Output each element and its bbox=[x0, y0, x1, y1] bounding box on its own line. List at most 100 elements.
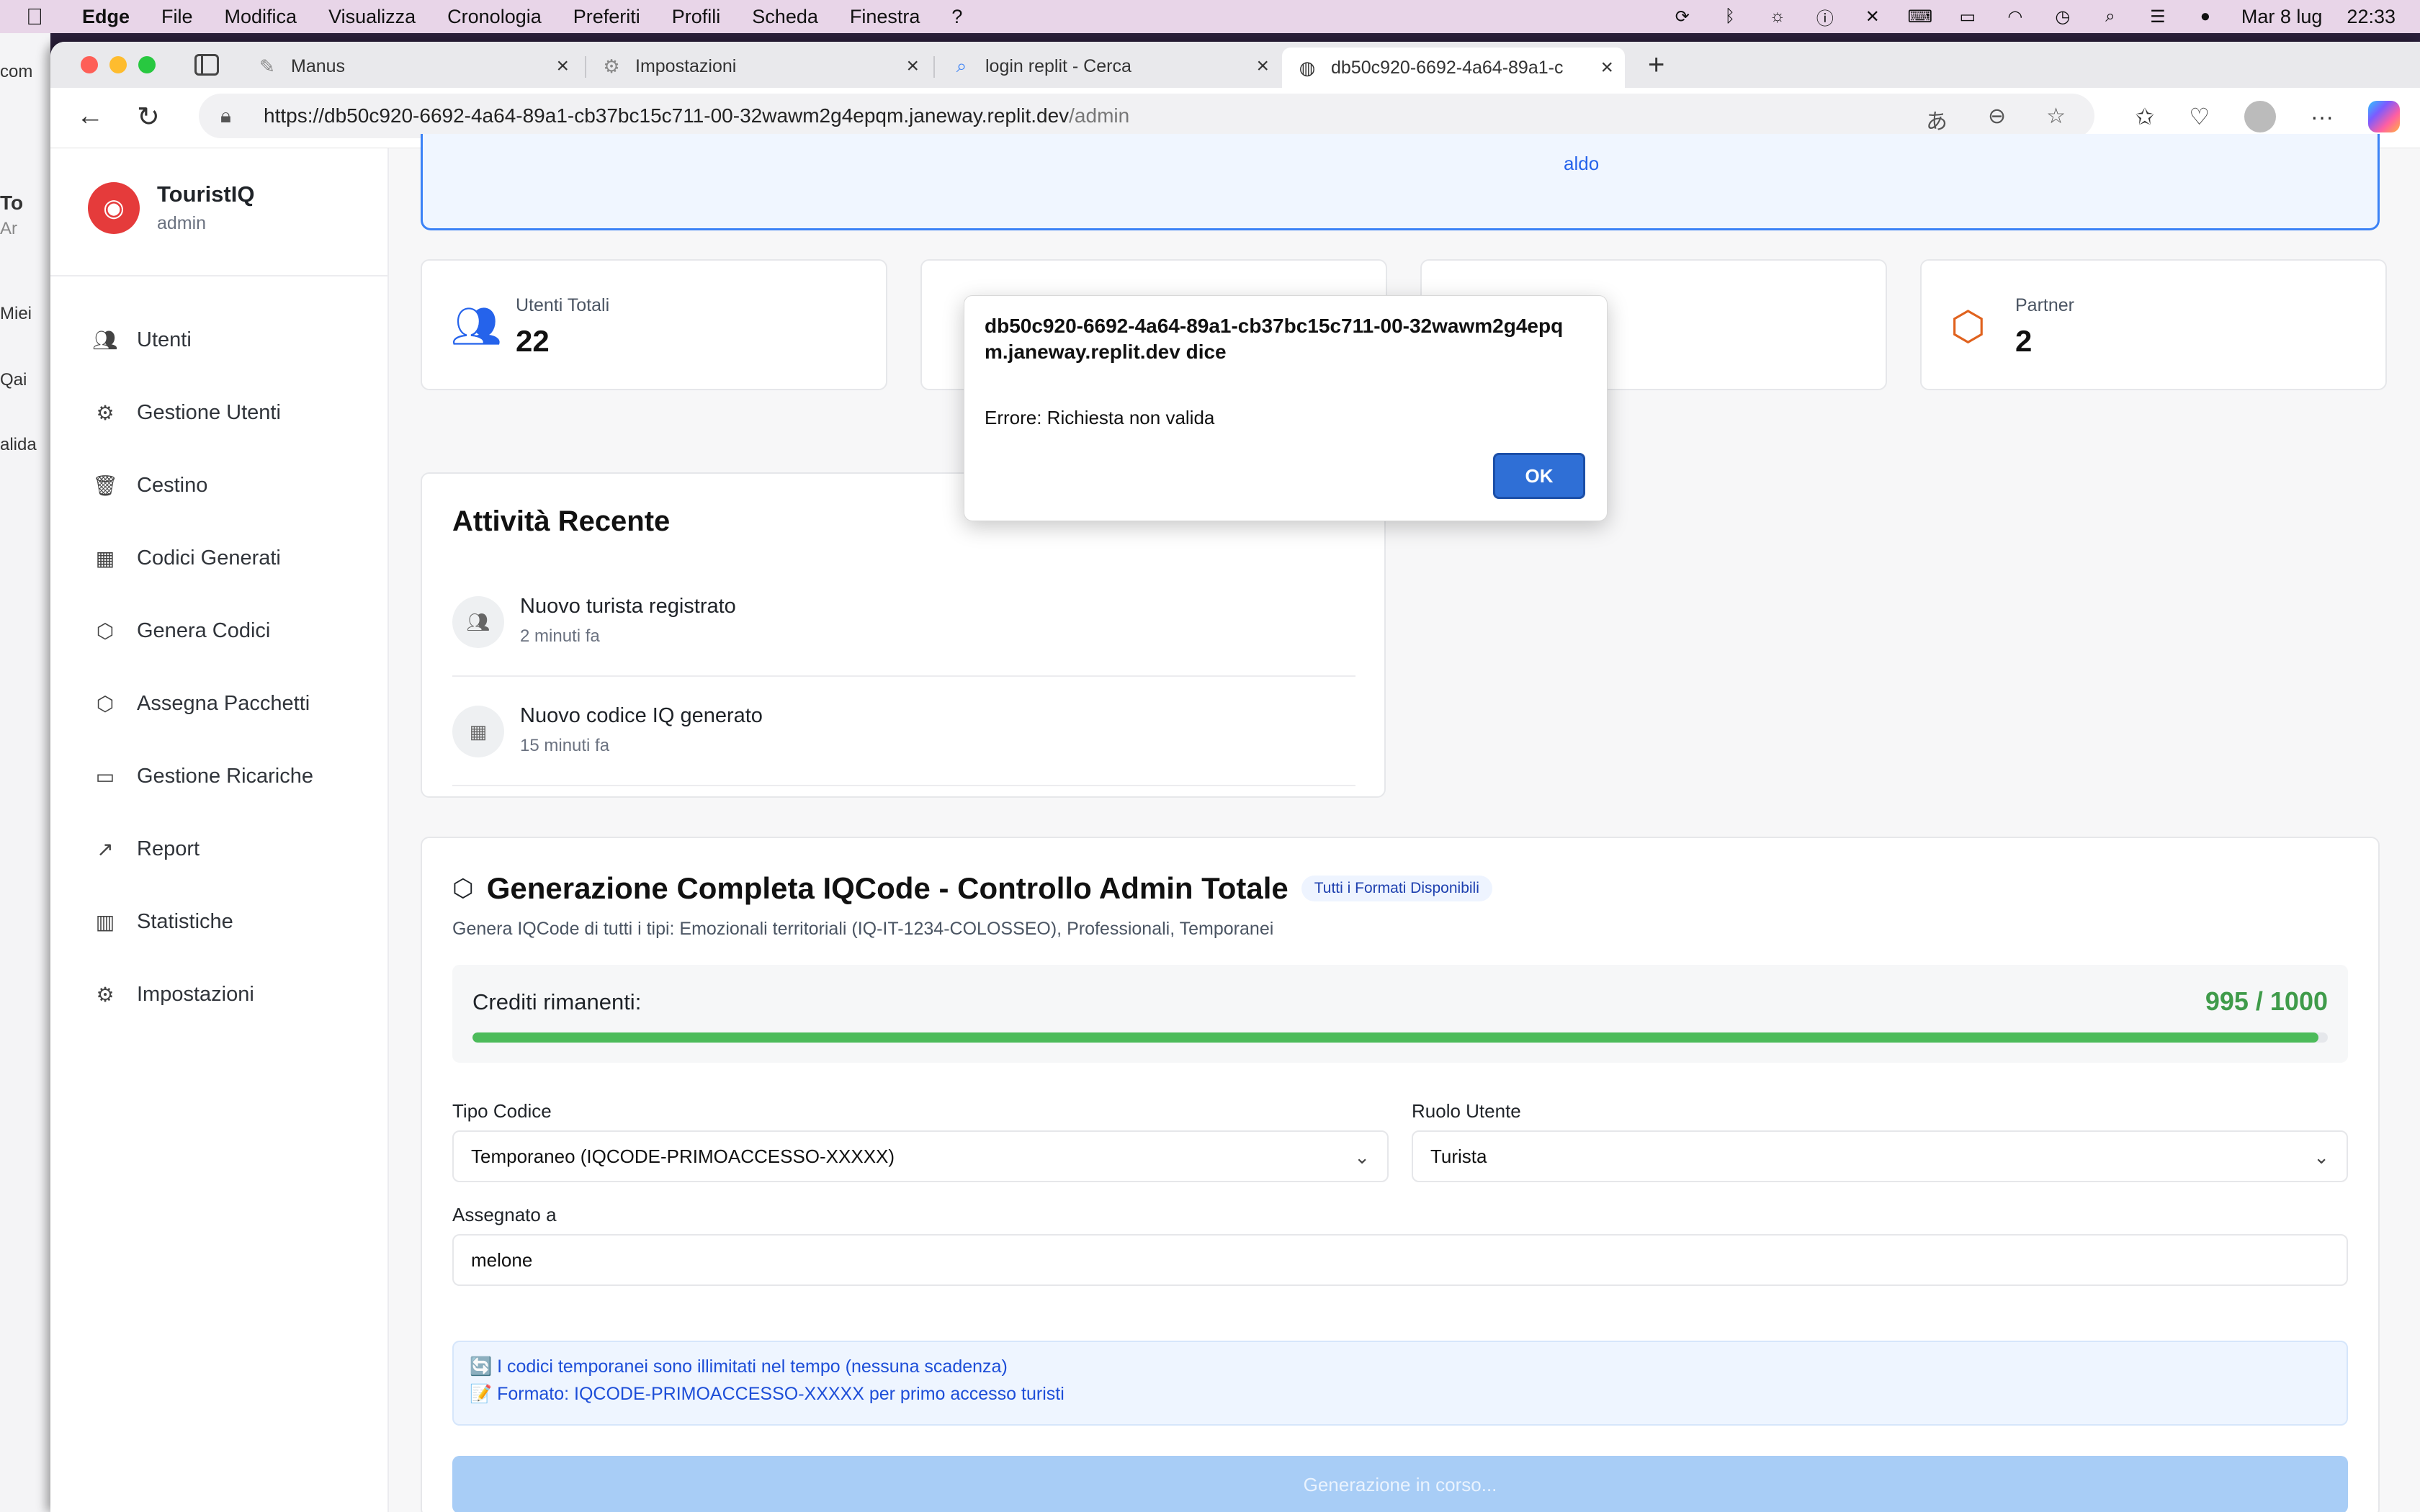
stat-label: Utenti Totali bbox=[516, 295, 610, 315]
assegnato-input[interactable]: melone bbox=[452, 1234, 2348, 1286]
sidebar-item-assegna-pacchetti[interactable]: ⬡ Assegna Pacchetti bbox=[92, 667, 313, 740]
zoom-window-button[interactable] bbox=[138, 56, 156, 73]
brand-name: TouristIQ bbox=[157, 181, 255, 207]
sidebar-item-gestione-utenti[interactable]: ⚙ Gestione Utenti bbox=[92, 377, 313, 449]
keyboard-icon[interactable]: ⌨ bbox=[1908, 7, 1933, 27]
search-icon: ⌕ bbox=[956, 55, 967, 76]
credits-progress-fill bbox=[472, 1032, 2319, 1043]
sidebar-item-gestione-ricariche[interactable]: ▭ Gestione Ricariche bbox=[92, 740, 313, 813]
favorite-star-icon[interactable]: ☆ bbox=[2046, 104, 2066, 135]
battery-icon[interactable]: ▭ bbox=[1956, 7, 1979, 27]
mute-icon[interactable]: ✕ bbox=[1861, 7, 1884, 27]
menu-preferiti[interactable]: Preferiti bbox=[573, 6, 640, 28]
menubar-time[interactable]: 22:33 bbox=[2347, 6, 2396, 28]
menu-visualizza[interactable]: Visualizza bbox=[328, 6, 416, 28]
gear-icon: ⚙ bbox=[96, 402, 115, 424]
siri-icon[interactable]: ● bbox=[2194, 6, 2217, 26]
menu-finestra[interactable]: Finestra bbox=[850, 6, 920, 28]
sidebar-item-statistiche[interactable]: ▥ Statistiche bbox=[92, 886, 313, 958]
vertical-tabs-icon[interactable] bbox=[194, 54, 219, 76]
sync-icon[interactable]: ⟳ bbox=[1671, 7, 1694, 27]
bluetooth-icon[interactable]: ᛒ bbox=[1718, 6, 1742, 26]
menubar-date[interactable]: Mar 8 lug bbox=[2241, 6, 2323, 28]
toolbar-icons: ✩ ♡ ··· bbox=[2136, 101, 2400, 132]
accessibility-icon[interactable]: ⓘ bbox=[1814, 7, 1837, 29]
sidebar: ◉ TouristIQ admin 👥︎ Utenti ⚙ Gestione Ute… bbox=[50, 148, 389, 1512]
credits-progress-bar bbox=[472, 1032, 2328, 1043]
menu-app-name[interactable]: Edge bbox=[82, 6, 130, 28]
spotlight-icon[interactable]: ⌕ bbox=[2099, 6, 2122, 26]
url-path: /admin bbox=[1069, 104, 1130, 127]
sidebar-item-label: Cestino bbox=[137, 474, 208, 497]
close-icon[interactable]: × bbox=[556, 54, 569, 78]
tipo-codice-select[interactable]: Temporaneo (IQCODE-PRIMOACCESSO-XXXXX) ⌄ bbox=[452, 1130, 1389, 1182]
menu-file[interactable]: File bbox=[161, 6, 193, 28]
tab-login-replit[interactable]: ⌕ login replit - Cerca × bbox=[936, 48, 1281, 85]
credits-label: Crediti rimanenti: bbox=[472, 989, 642, 1014]
info-line-format: 📝 Formato: IQCODE-PRIMOACCESSO-XXXXX per… bbox=[470, 1384, 1065, 1404]
sidebar-item-codici-generati[interactable]: ▦ Codici Generati bbox=[92, 522, 313, 595]
sidebar-item-report[interactable]: ↗ Report bbox=[92, 813, 313, 886]
browser-essentials-icon[interactable]: ♡ bbox=[2189, 103, 2210, 130]
back-icon[interactable]: ← bbox=[76, 101, 104, 132]
close-icon[interactable]: × bbox=[906, 54, 919, 78]
window-controls bbox=[81, 56, 156, 73]
more-menu-icon[interactable]: ··· bbox=[2311, 104, 2334, 130]
ruolo-utente-label: Ruolo Utente bbox=[1412, 1100, 1521, 1122]
tab-impostazioni[interactable]: ⚙ Impostazioni × bbox=[586, 48, 931, 85]
stat-value: 22 bbox=[516, 324, 550, 358]
alert-dialog: db50c920-6692-4a64-89a1-cb37bc15c711-00-… bbox=[964, 295, 1608, 521]
users-icon: 👥︎ bbox=[452, 596, 504, 648]
translate-icon[interactable]: あ bbox=[1926, 104, 1948, 135]
wifi-icon[interactable]: ◠ bbox=[2004, 7, 2027, 27]
favorites-icon[interactable]: ✩ bbox=[2136, 103, 2155, 130]
zoom-out-icon[interactable]: ⊖ bbox=[1988, 104, 2006, 135]
banner-link[interactable]: aldo bbox=[1564, 153, 1599, 175]
dialog-title: db50c920-6692-4a64-89a1-cb37bc15c711-00-… bbox=[985, 315, 1564, 363]
ruolo-utente-select[interactable]: Turista ⌄ bbox=[1412, 1130, 2348, 1182]
generate-button[interactable]: Generazione in corso... bbox=[452, 1456, 2348, 1512]
sidebar-item-cestino[interactable]: 🗑︎ Cestino bbox=[92, 449, 313, 522]
sidebar-item-label: Statistiche bbox=[137, 910, 233, 933]
close-window-button[interactable] bbox=[81, 56, 98, 73]
new-tab-button[interactable]: + bbox=[1648, 49, 1664, 81]
package-icon: ⬡ bbox=[96, 693, 115, 715]
sidebar-item-genera-codici[interactable]: ⬡ Genera Codici bbox=[92, 595, 313, 667]
lock-icon[interactable]: 🔒︎ bbox=[220, 104, 249, 128]
time-machine-icon[interactable]: ◷ bbox=[2051, 7, 2074, 27]
chevron-down-icon: ⌄ bbox=[1354, 1146, 1370, 1168]
profile-avatar[interactable] bbox=[2244, 101, 2277, 132]
reload-icon[interactable]: ↻ bbox=[137, 101, 160, 133]
close-icon[interactable]: × bbox=[1256, 54, 1269, 78]
brightness-icon[interactable]: ☼ bbox=[1766, 6, 1789, 26]
sidebar-item-utenti[interactable]: 👥︎ Utenti bbox=[92, 304, 313, 377]
tab-label: Impostazioni bbox=[635, 55, 737, 76]
sidebar-nav: 👥︎ Utenti ⚙ Gestione Utenti 🗑︎ Cestino ▦ Cod… bbox=[92, 304, 313, 1031]
sidebar-divider bbox=[50, 275, 389, 276]
menu-scheda[interactable]: Scheda bbox=[752, 6, 818, 28]
menu-modifica[interactable]: Modifica bbox=[225, 6, 297, 28]
dialog-message: Errore: Richiesta non valida bbox=[985, 407, 1215, 428]
tab-manus[interactable]: ✎ Manus × bbox=[242, 48, 581, 85]
menu-help[interactable]: ? bbox=[951, 6, 962, 28]
url-field[interactable]: 🔒︎ https://db50c920-6692-4a64-89a1-cb37b… bbox=[199, 94, 2094, 138]
menu-cronologia[interactable]: Cronologia bbox=[447, 6, 542, 28]
url-text[interactable]: https://db50c920-6692-4a64-89a1-cb37bc15… bbox=[264, 104, 1129, 127]
menu-profili[interactable]: Profili bbox=[672, 6, 721, 28]
activity-item: ▦ Nuovo codice IQ generato 15 minuti fa bbox=[452, 678, 1355, 786]
generator-header: ⬡ Generazione Completa IQCode - Controll… bbox=[452, 871, 1492, 906]
credits-value: 995 / 1000 bbox=[2205, 986, 2328, 1016]
tab-label: db50c920-6692-4a64-89a1-c bbox=[1331, 57, 1564, 78]
assegnato-label: Assegnato a bbox=[452, 1204, 557, 1225]
copilot-icon[interactable] bbox=[2368, 101, 2400, 132]
close-icon[interactable]: × bbox=[1600, 55, 1613, 80]
control-center-icon[interactable]: ☰ bbox=[2146, 7, 2169, 27]
apple-icon[interactable]:  bbox=[26, 4, 60, 30]
sidebar-item-impostazioni[interactable]: ⚙ Impostazioni bbox=[92, 958, 313, 1031]
ok-button[interactable]: OK bbox=[1493, 453, 1585, 499]
gear-icon: ⚙ bbox=[603, 55, 620, 77]
tab-active-replit[interactable]: ◍ db50c920-6692-4a64-89a1-c × bbox=[1282, 48, 1625, 88]
formats-badge: Tutti i Formati Disponibili bbox=[1301, 876, 1492, 901]
macos-menubar:  Edge File Modifica Visualizza Cronolog… bbox=[0, 0, 2420, 33]
minimize-window-button[interactable] bbox=[109, 56, 127, 73]
